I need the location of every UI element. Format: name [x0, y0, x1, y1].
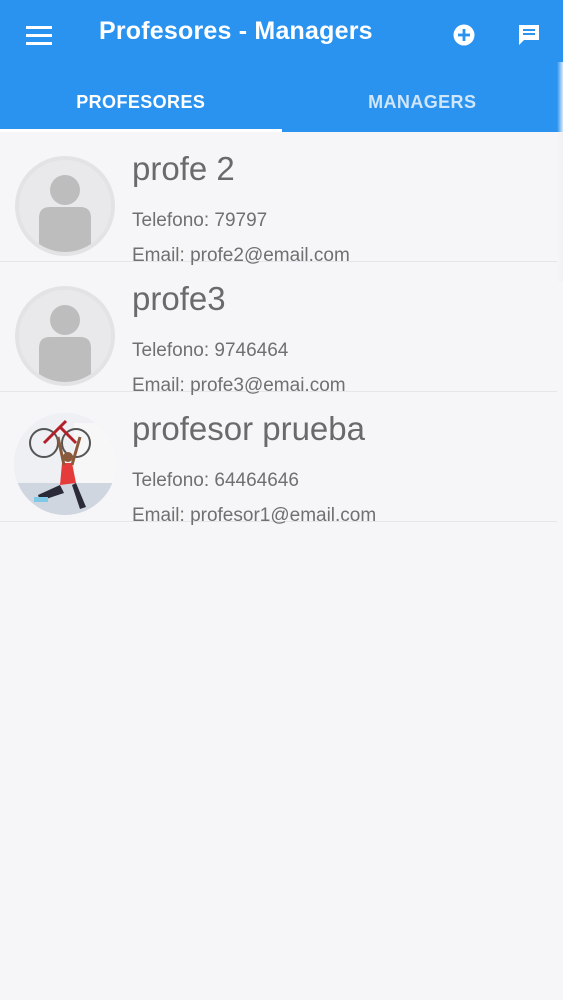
- professor-name: profe 2: [132, 150, 235, 187]
- tab-profesores[interactable]: PROFESORES: [0, 70, 282, 132]
- professor-phone: Telefono: 64464646: [132, 470, 299, 491]
- chat-button[interactable]: [512, 20, 546, 50]
- chat-icon: [519, 25, 539, 45]
- photo-avatar: [14, 413, 116, 515]
- app-bar: Profesores - Managers PROFESORES MANAGER…: [0, 0, 563, 132]
- list-item[interactable]: profe3 Telefono: 9746464 Email: profe3@e…: [0, 262, 557, 396]
- tab-bar: PROFESORES MANAGERS: [0, 70, 563, 132]
- professor-email: Email: profesor1@email.com: [132, 505, 377, 526]
- professor-list: profe 2 Telefono: 79797 Email: profe2@em…: [0, 132, 563, 526]
- add-button[interactable]: [447, 20, 481, 50]
- tab-managers[interactable]: MANAGERS: [282, 70, 563, 132]
- professor-phone: Telefono: 9746464: [132, 340, 289, 361]
- menu-icon: [26, 26, 52, 45]
- list-item[interactable]: profesor prueba Telefono: 64464646 Email…: [0, 392, 557, 526]
- professor-phone: Telefono: 79797: [132, 210, 268, 231]
- tab-label: MANAGERS: [368, 91, 477, 112]
- default-avatar-icon: [15, 156, 115, 256]
- professor-name: profe3: [132, 280, 226, 317]
- default-avatar-icon: [15, 286, 115, 386]
- add-circle-icon: [453, 24, 475, 46]
- list-item[interactable]: profe 2 Telefono: 79797 Email: profe2@em…: [0, 132, 557, 266]
- page-title: Profesores - Managers: [99, 17, 373, 45]
- menu-button[interactable]: [20, 20, 58, 50]
- tab-label: PROFESORES: [76, 91, 206, 112]
- toolbar: Profesores - Managers: [0, 0, 563, 70]
- professor-name: profesor prueba: [132, 410, 365, 447]
